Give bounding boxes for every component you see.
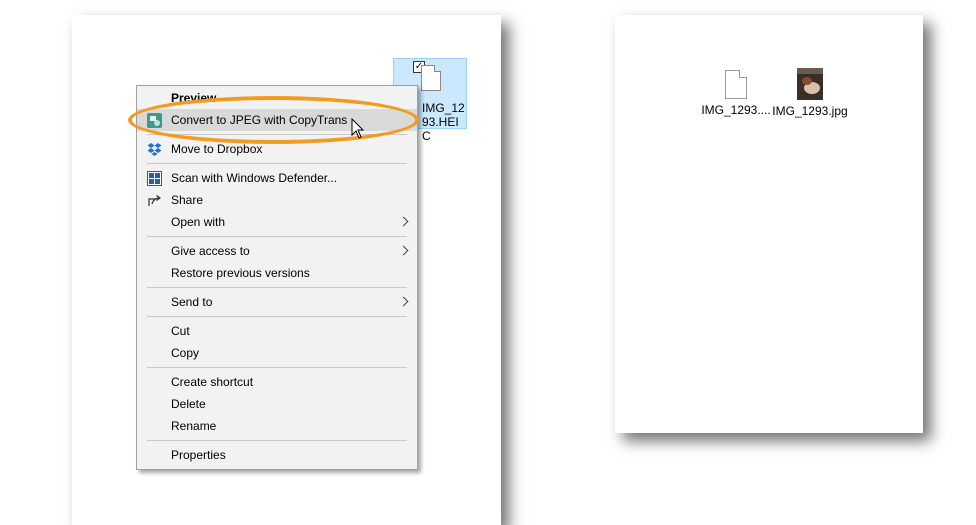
menu-item-restore-versions[interactable]: Restore previous versions — [137, 262, 417, 284]
menu-item-copy[interactable]: Copy — [137, 342, 417, 364]
menu-item-share[interactable]: Share — [137, 189, 417, 211]
file-name: IMG_1293.HEIC — [422, 101, 465, 143]
chevron-right-icon — [398, 216, 409, 227]
menu-item-label: Restore previous versions — [171, 266, 310, 280]
menu-item-rename[interactable]: Rename — [137, 415, 417, 437]
menu-separator — [147, 287, 407, 288]
menu-item-label: Delete — [171, 397, 206, 411]
menu-separator — [147, 236, 407, 237]
mouse-cursor-icon — [351, 117, 365, 140]
windows-defender-icon — [147, 171, 162, 186]
menu-item-cut[interactable]: Cut — [137, 320, 417, 342]
menu-item-open-with[interactable]: Open with — [137, 211, 417, 233]
menu-item-scan-defender[interactable]: Scan with Windows Defender... — [137, 167, 417, 189]
menu-item-properties[interactable]: Properties — [137, 444, 417, 466]
highlight-ring — [128, 96, 419, 144]
menu-separator — [147, 163, 407, 164]
menu-separator — [147, 316, 407, 317]
chevron-right-icon — [398, 296, 409, 307]
file-name: IMG_1293.jpg — [772, 104, 848, 118]
chevron-right-icon — [398, 245, 409, 256]
file-name: IMG_1293.... — [701, 103, 771, 117]
menu-item-give-access[interactable]: Give access to — [137, 240, 417, 262]
menu-item-label: Rename — [171, 419, 217, 433]
file-icon — [421, 65, 441, 91]
file-item-jpg[interactable]: IMG_1293.jpg — [770, 68, 850, 118]
menu-item-label: Scan with Windows Defender... — [171, 171, 338, 185]
menu-separator — [147, 440, 407, 441]
menu-item-label: Create shortcut — [171, 375, 254, 389]
image-thumbnail-icon — [797, 68, 823, 100]
file-item-heic[interactable]: IMG_1293.... — [696, 70, 776, 117]
menu-separator — [147, 367, 407, 368]
menu-item-create-shortcut[interactable]: Create shortcut — [137, 371, 417, 393]
dropbox-icon — [147, 142, 162, 157]
menu-item-label: Give access to — [171, 244, 250, 258]
menu-item-delete[interactable]: Delete — [137, 393, 417, 415]
menu-item-label: Cut — [171, 324, 190, 338]
menu-item-label: Properties — [171, 448, 226, 462]
menu-item-label: Open with — [171, 215, 226, 229]
share-icon — [147, 193, 162, 208]
blank-file-icon — [725, 70, 747, 99]
menu-item-label: Copy — [171, 346, 200, 360]
menu-item-label: Send to — [171, 295, 213, 309]
menu-item-send-to[interactable]: Send to — [137, 291, 417, 313]
menu-item-label: Share — [171, 193, 204, 207]
